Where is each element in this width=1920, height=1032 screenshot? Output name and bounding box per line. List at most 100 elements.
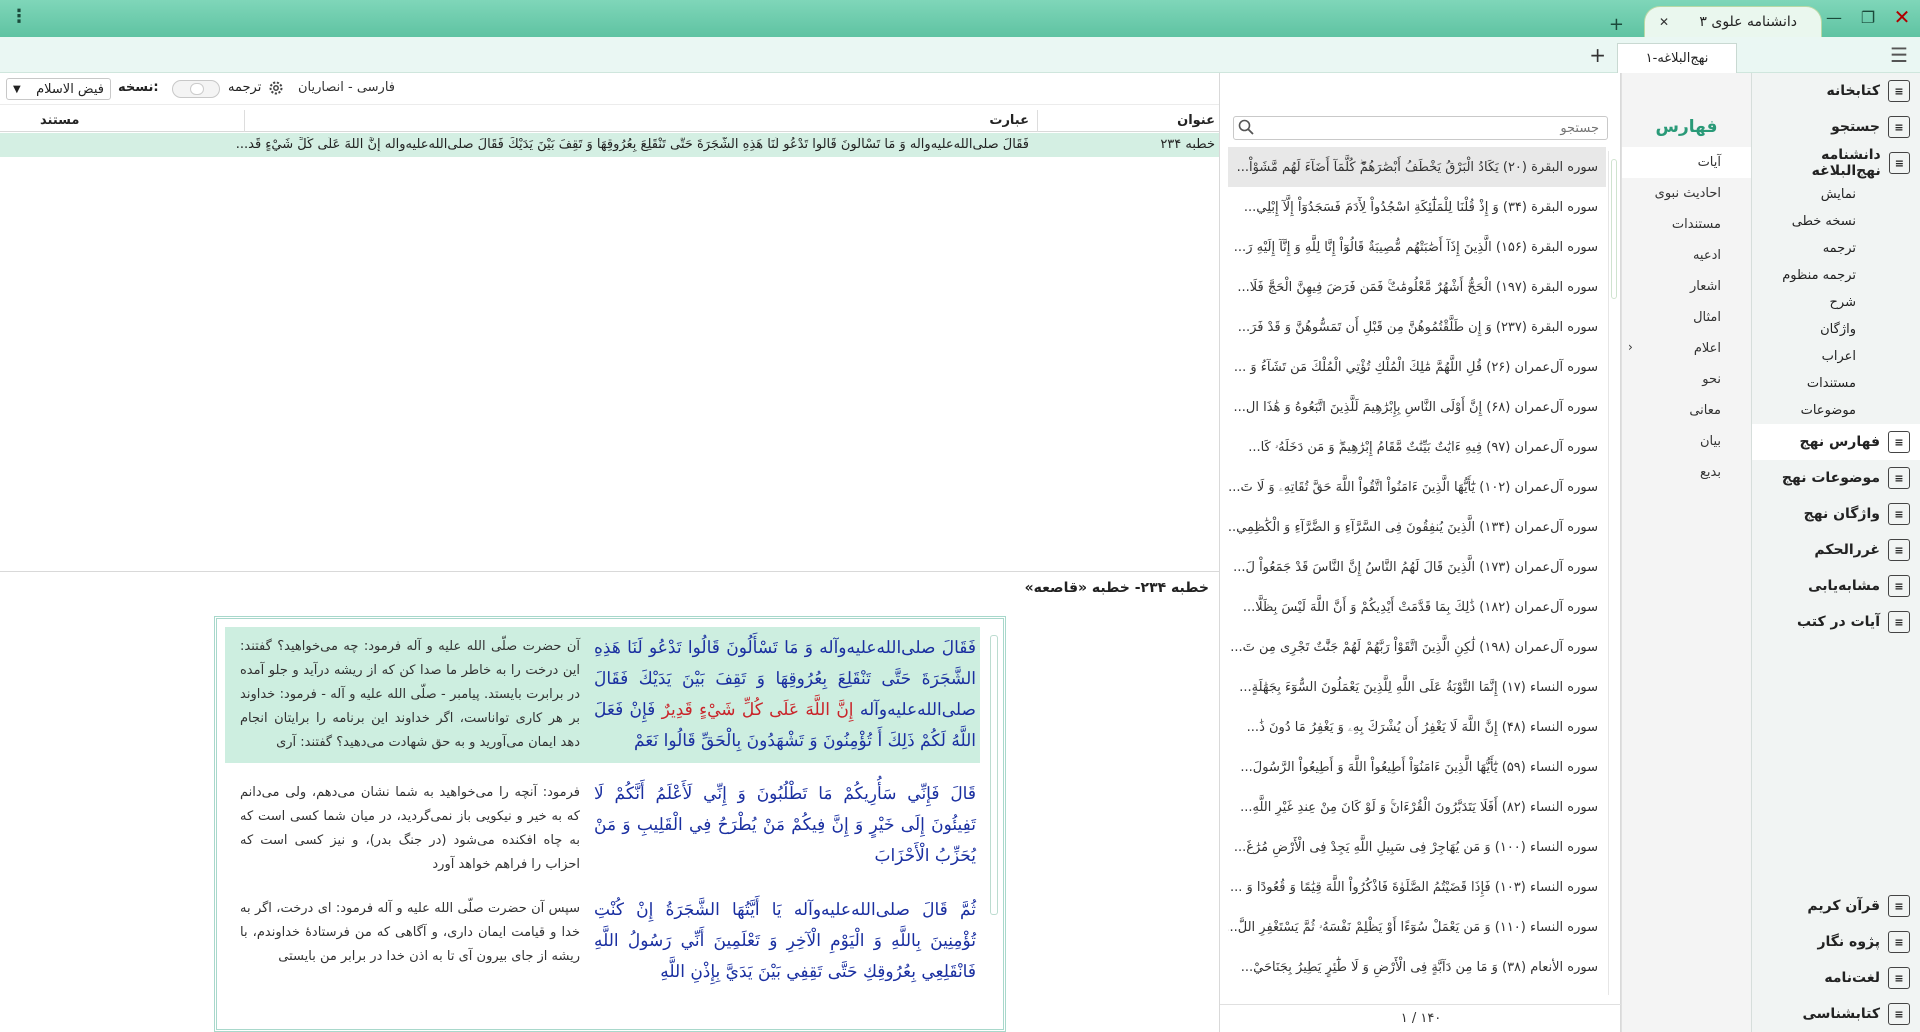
category-item[interactable]: بدیع: [1622, 457, 1751, 488]
nav-sub-item[interactable]: موضوعات: [1752, 397, 1920, 424]
search-icon[interactable]: [1238, 119, 1254, 135]
list-item[interactable]: سوره النساء (۱۰۰) وَ مَن يُهَاجِرْ فِى س…: [1228, 827, 1606, 867]
column-divider[interactable]: [1037, 110, 1038, 132]
category-item[interactable]: مستندات: [1622, 209, 1751, 240]
list-item[interactable]: سوره آل‌عمران (۱۰۲) يَٰٓأَيُّهَا الَّذِي…: [1228, 467, 1606, 507]
detail-scroll-thumb[interactable]: [990, 635, 998, 915]
category-item[interactable]: امثال: [1622, 302, 1751, 333]
toolbar: فیض الاسلام ▼ نسخه: ترجمه فارسی - انصاری…: [0, 73, 1219, 105]
table-row[interactable]: خطبه ۲۳۴ فَقَالَ صلى‌الله‌عليه‌وآله وَ م…: [0, 133, 1219, 157]
more-menu-icon[interactable]: ⋮: [10, 6, 28, 27]
nav-item[interactable]: ≡ واژگان نهج: [1752, 496, 1920, 532]
edition-select[interactable]: فیض الاسلام ▼: [6, 78, 111, 100]
nav-sub-item[interactable]: واژگان: [1752, 316, 1920, 343]
category-item[interactable]: احادیث نبوی: [1622, 178, 1751, 209]
close-tab-icon[interactable]: ✕: [1659, 15, 1669, 29]
dictionary-icon: ≡: [1888, 967, 1910, 989]
column-header-document[interactable]: مستند: [40, 113, 79, 128]
paragraph[interactable]: ثُمَّ قَالَ صلى‌الله‌عليه‌وآله يَا أَيَّ…: [225, 889, 980, 1009]
nav-item[interactable]: ≡ پژوه نگار: [1751, 924, 1920, 960]
category-item[interactable]: آیات: [1622, 147, 1751, 178]
search-input[interactable]: [1233, 116, 1608, 140]
list-item[interactable]: سوره النساء (۱۷) إِنَّمَا التَّوْبَةُ عَ…: [1228, 667, 1606, 707]
nav-sub-item[interactable]: ترجمه منظوم: [1752, 262, 1920, 289]
document-tab[interactable]: نهج‌البلاغه-۱: [1617, 43, 1737, 73]
add-document-tab-icon[interactable]: +: [1589, 43, 1606, 67]
category-label: آیات: [1697, 155, 1721, 170]
translation-toggle[interactable]: [172, 80, 220, 98]
list-item[interactable]: سوره البقرة (۱۵۶) الَّذِينَ إِذَآ أَصَٰب…: [1228, 227, 1606, 267]
list-item[interactable]: سوره البقرة (۲۳۷) وَ إِن طَلَّقْتُمُوهُن…: [1228, 307, 1606, 347]
list-item[interactable]: سوره البقرة (۱۹۷) الْحَجُّ أَشْهُرٌ مَّع…: [1228, 267, 1606, 307]
nav-item-label: دانشنامه نهج‌البلاغه: [1811, 147, 1881, 179]
list-item[interactable]: سوره آل‌عمران (۱۷۳) الَّذِينَ قَالَ لَهُ…: [1228, 547, 1606, 587]
topics-icon: ≡: [1888, 467, 1910, 489]
list-item[interactable]: سوره البقرة (۳۴) وَ إِذْ قُلْنَا لِلْمَل…: [1228, 187, 1606, 227]
nav-item[interactable]: ≡ آیات در کتب: [1752, 604, 1920, 640]
right-navigation: ≡ کتابخانه ≡ جستجو ≡ دانشنامه نهج‌البلاغه نمای…: [1751, 73, 1920, 1032]
quran-icon: ≡: [1888, 895, 1910, 917]
nav-item[interactable]: ≡ لغت‌نامه: [1751, 960, 1920, 996]
hamburger-menu-icon[interactable]: ☰: [1890, 43, 1908, 67]
restore-icon[interactable]: ❐: [1858, 6, 1878, 28]
nav-item[interactable]: ≡ موضوعات نهج: [1752, 460, 1920, 496]
list-item[interactable]: سوره آل‌عمران (۶۸) إِنَّ أَوْلَى النَّاس…: [1228, 387, 1606, 427]
category-item[interactable]: نحو: [1622, 364, 1751, 395]
nav-sub-item[interactable]: نسخه خطی: [1752, 208, 1920, 235]
list-item[interactable]: سوره آل‌عمران (۱۸۲) ذَٰلِكَ بِمَا قَدَّم…: [1228, 587, 1606, 627]
info-icon: ≡: [1888, 1003, 1910, 1025]
category-label: بدیع: [1700, 465, 1721, 480]
nav-item-label: غررالحکم: [1814, 542, 1880, 558]
list-item[interactable]: سوره النساء (۸۲) أَفَلَا يَتَدَبَّرُونَ …: [1228, 787, 1606, 827]
gear-icon[interactable]: [268, 80, 284, 96]
app-tab[interactable]: دانشنامه علوی ۳ ✕: [1644, 6, 1822, 37]
nav-item[interactable]: ≡ قرآن کریم: [1751, 888, 1920, 924]
nav-item[interactable]: ≡ مشابه‌یابی: [1752, 568, 1920, 604]
column-divider[interactable]: [244, 110, 245, 132]
verse-list-scroll-thumb[interactable]: [1611, 159, 1617, 299]
list-item[interactable]: سوره آل‌عمران (۲۶) قُلِ اللَّهُمَّ مَٰلِ…: [1228, 347, 1606, 387]
nav-item[interactable]: ≡ کتابخانه: [1752, 73, 1920, 109]
nav-item-label: موضوعات نهج: [1781, 470, 1880, 486]
paragraph[interactable]: فَقَالَ صلى‌الله‌عليه‌وآله وَ مَا تَسْأَ…: [225, 627, 980, 763]
list-item[interactable]: سوره النساء (۴۸) إِنَّ اللَّهَ لَا يَغْف…: [1228, 707, 1606, 747]
list-item[interactable]: سوره النساء (۱۰۳) فَإِذَا قَضَيْتُمُ الص…: [1228, 867, 1606, 907]
nav-item[interactable]: ≡ غررالحکم: [1752, 532, 1920, 568]
nav-sub-item[interactable]: ترجمه: [1752, 235, 1920, 262]
nav-sub-item[interactable]: شرح: [1752, 289, 1920, 316]
nav-item[interactable]: ≡ دانشنامه نهج‌البلاغه: [1752, 145, 1920, 181]
index-category-panel: فهارس آیات احادیث نبوی مستندات ادعیه اشعار ام…: [1621, 73, 1751, 1032]
nav-sub-item[interactable]: اعراب: [1752, 343, 1920, 370]
pane-divider[interactable]: [0, 571, 1219, 572]
app-window: ⋮ دانشنامه علوی ۳ ✕ + — ❐ ✕ ☰ نهج‌البلاغ…: [0, 0, 1920, 1032]
category-item[interactable]: اعلام ‹: [1622, 333, 1751, 364]
list-item[interactable]: سوره البقرة (۲۰) يَكَادُ الْبَرْقُ يَخْط…: [1228, 147, 1606, 187]
column-header-text[interactable]: عبارت: [989, 113, 1029, 128]
nav-sub-item[interactable]: نمایش: [1752, 181, 1920, 208]
category-item[interactable]: ادعیه: [1622, 240, 1751, 271]
close-icon[interactable]: ✕: [1892, 5, 1912, 29]
list-item[interactable]: سوره الأنعام (۳۸) وَ مَا مِن دَآبَّةٍ فِ…: [1228, 947, 1606, 987]
category-item[interactable]: اشعار: [1622, 271, 1751, 302]
list-item[interactable]: سوره النساء (۱۱۰) وَ مَن يَعْمَلْ سُوٓءً…: [1228, 907, 1606, 947]
search-icon: ≡: [1888, 116, 1910, 138]
translation-language-label[interactable]: فارسی - انصاریان: [298, 80, 395, 95]
list-item[interactable]: سوره آل‌عمران (۱۹۸) لَٰكِنِ الَّذِينَ ات…: [1228, 627, 1606, 667]
nav-item[interactable]: ≡ فهارس نهج: [1752, 424, 1920, 460]
paragraph[interactable]: قَالَ فَإِنِّي سَأُرِيكُمْ مَا تَطْلُبُو…: [225, 773, 980, 881]
nav-sub-item[interactable]: مستندات: [1752, 370, 1920, 397]
category-item[interactable]: بیان: [1622, 426, 1751, 457]
list-item[interactable]: سوره آل‌عمران (۱۳۴) الَّذِينَ يُنفِقُونَ…: [1228, 507, 1606, 547]
toggle-knob: [190, 83, 204, 95]
row-text-cell: فَقَالَ صلى‌الله‌عليه‌وآله وَ مَا تَسْأَ…: [235, 137, 1029, 152]
minimize-icon[interactable]: —: [1824, 6, 1844, 28]
category-item[interactable]: معانی: [1622, 395, 1751, 426]
column-header-title[interactable]: عنوان: [1177, 113, 1215, 128]
nav-item[interactable]: ≡ کتابشناسی: [1751, 996, 1920, 1032]
list-item[interactable]: سوره آل‌عمران (۹۷) فِيهِ ءَايَٰتٌ بَيِّن…: [1228, 427, 1606, 467]
nav-item[interactable]: ≡ جستجو: [1752, 109, 1920, 145]
nav-item-label: فهارس نهج: [1799, 434, 1880, 450]
list-item[interactable]: سوره النساء (۵۹) يَٰٓأَيُّهَا الَّذِينَ …: [1228, 747, 1606, 787]
add-tab-icon[interactable]: +: [1609, 14, 1624, 35]
verse-list: سوره البقرة (۲۰) يَكَادُ الْبَرْقُ يَخْط…: [1228, 147, 1606, 995]
